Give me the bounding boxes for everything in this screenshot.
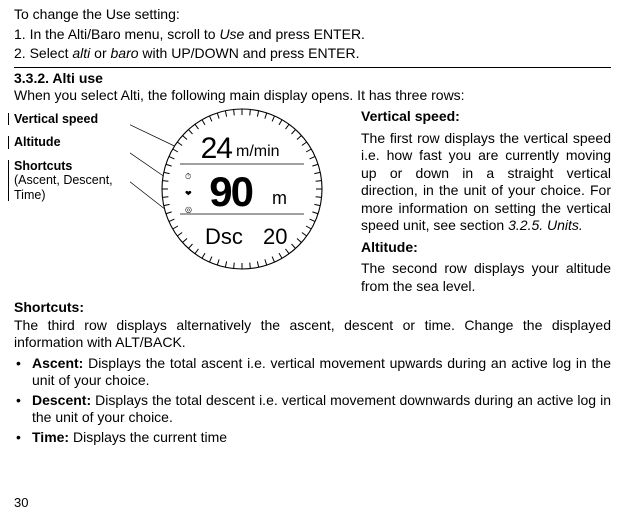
step2-baro-italic: baro [111,45,139,61]
vspeed-ref-italic: 3.2.5. Units. [508,217,583,233]
altitude-body: The second row displays your altitude fr… [361,260,611,295]
watch-row3-value: 20 [263,224,287,249]
svg-text:⏱: ⏱ [185,172,191,181]
label-shortcuts-sub: (Ascent, Descent, Time) [14,173,113,201]
intro-step-2: 2. Select alti or baro with UP/DOWN and … [14,45,611,63]
watch-row3-label: Dsc [205,224,243,249]
intro-line-1: To change the Use setting: [14,6,611,24]
label-vertical-speed: Vertical speed [14,112,124,126]
watch-row1-value: 24 [201,132,233,165]
watch-row2-unit: m [272,188,287,208]
bullet-descent-body: Displays the total descent i.e. vertical… [32,392,611,426]
bullet-time-term: Time: [32,429,69,445]
section-heading: 3.3.2. Alti use [14,67,611,86]
bullet-descent: Descent: Displays the total descent i.e.… [14,392,611,427]
diagram-row: Vertical speed Altitude Shortcuts (Ascen… [14,108,611,299]
shortcuts-section: Shortcuts: The third row displays altern… [14,299,611,446]
watch-row2-value: 90 [209,168,252,215]
step2-or: or [90,45,110,61]
label-shortcuts-text: Shortcuts [14,159,72,173]
svg-text:◎: ◎ [185,205,192,214]
labels-column: Vertical speed Altitude Shortcuts (Ascen… [14,108,124,299]
watch-svg: ⏱ ❤ ◎ 24 m/min 90 m Dsc 20 [130,104,355,279]
step1-use-italic: Use [219,26,244,42]
bullet-descent-term: Descent: [32,392,91,408]
label-bar-icon [8,113,9,125]
altitude-heading: Altitude: [361,239,418,255]
step1-text-b: and press ENTER. [244,26,365,42]
document-page: To change the Use setting: 1. In the Alt… [0,0,625,510]
shortcuts-body: The third row displays alternatively the… [14,317,611,352]
right-description-column: Vertical speed: The first row displays t… [361,108,611,299]
bullet-list: Ascent: Displays the total ascent i.e. v… [14,355,611,447]
vspeed-body: The first row displays the vertical spee… [361,130,611,235]
label-vspeed-text: Vertical speed [14,112,98,126]
step2-text-b: with UP/DOWN and press ENTER. [139,45,360,61]
label-bar-icon [8,160,9,201]
bullet-ascent-term: Ascent: [32,355,83,371]
bullet-time: Time: Displays the current time [14,429,611,447]
step1-text-a: 1. In the Alti/Baro menu, scroll to [14,26,219,42]
label-altitude-text: Altitude [14,135,61,149]
step2-alti-italic: alti [72,45,90,61]
label-altitude: Altitude [14,135,124,149]
bullet-ascent: Ascent: Displays the total ascent i.e. v… [14,355,611,390]
watch-row1-unit: m/min [236,143,280,160]
shortcuts-heading: Shortcuts: [14,299,611,317]
bullet-ascent-body: Displays the total ascent i.e. vertical … [32,355,611,389]
bullet-time-body: Displays the current time [69,429,227,445]
vspeed-heading: Vertical speed: [361,108,460,124]
section-subtitle: When you select Alti, the following main… [14,87,611,105]
step2-text-a: 2. Select [14,45,72,61]
page-number: 30 [14,495,28,510]
watch-diagram: ⏱ ❤ ◎ 24 m/min 90 m Dsc 20 [130,108,355,278]
label-shortcuts: Shortcuts (Ascent, Descent, Time) [14,159,124,202]
svg-text:❤: ❤ [185,189,192,198]
intro-step-1: 1. In the Alti/Baro menu, scroll to Use … [14,26,611,44]
label-bar-icon [8,136,9,148]
